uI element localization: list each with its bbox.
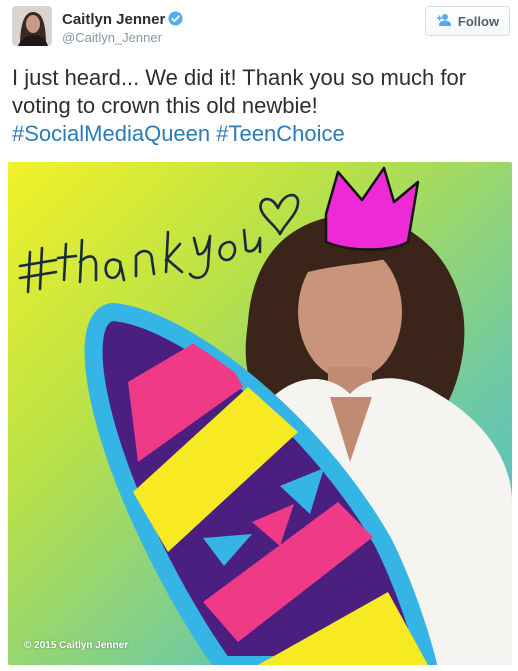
tweet-photo[interactable]: © 2015 Caitlyn Jenner	[8, 162, 512, 665]
hashtag-link[interactable]: #TeenChoice	[216, 121, 344, 146]
add-user-icon	[436, 13, 452, 30]
tweet-header: Caitlyn Jenner @Caitlyn_Jenner Follow	[0, 0, 518, 58]
hashtag-link[interactable]: #SocialMediaQueen	[12, 121, 210, 146]
tweet-body: I just heard... We did it! Thank you so …	[12, 65, 467, 118]
user-handle[interactable]: @Caitlyn_Jenner	[62, 30, 162, 45]
photo-illustration	[8, 162, 512, 665]
verified-badge-icon	[168, 11, 183, 30]
follow-label: Follow	[457, 13, 500, 29]
follow-button[interactable]: Follow	[425, 6, 510, 36]
user-name[interactable]: Caitlyn Jenner	[62, 11, 165, 28]
avatar[interactable]	[12, 6, 52, 46]
user-name-row: Caitlyn Jenner	[62, 11, 183, 30]
tweet-text: I just heard... We did it! Thank you so …	[12, 64, 508, 148]
copyright-text: © 2015 Caitlyn Jenner	[24, 640, 129, 651]
